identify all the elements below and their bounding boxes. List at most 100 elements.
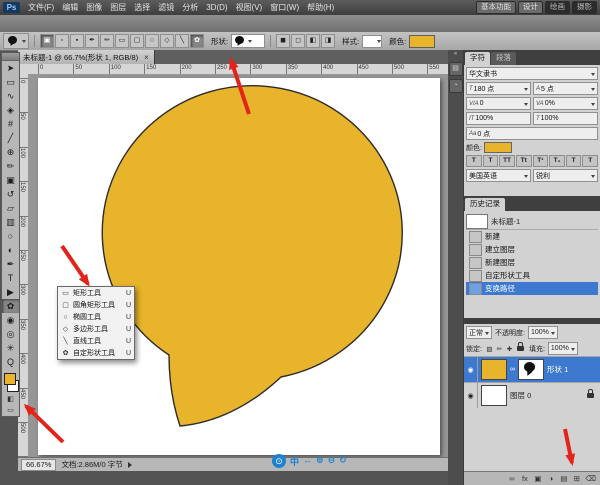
ellipse-icon[interactable]: ○: [145, 34, 159, 48]
dock-panel-button-1[interactable]: ▤: [449, 62, 463, 76]
font-size-field[interactable]: T 180 点: [466, 82, 531, 95]
tab-history[interactable]: 历史记录: [465, 198, 505, 211]
rectangle-icon[interactable]: ▭: [115, 34, 129, 48]
intersect-shape-icon[interactable]: ◧: [306, 34, 320, 48]
document-tab[interactable]: 未标题-1 @ 66.7%(形状 1, RGB/8) ×: [18, 50, 155, 64]
eye-visibility-icon[interactable]: ◉: [464, 357, 478, 382]
dock-panel-button-2[interactable]: ◔: [449, 79, 463, 93]
menu-help[interactable]: 帮助(H): [303, 0, 338, 15]
history-item[interactable]: 变换路径: [466, 282, 598, 295]
pan-icon[interactable]: ↔: [303, 455, 312, 468]
menu-layer[interactable]: 图层: [106, 0, 130, 15]
new-layer-icon[interactable]: ⊞: [572, 474, 581, 483]
gradient-tool[interactable]: ▥: [2, 215, 19, 229]
3d-rotate-tool[interactable]: ◉: [2, 313, 19, 327]
eyedropper-tool[interactable]: ╱: [2, 131, 19, 145]
tracking-field[interactable]: VA 0%: [533, 97, 598, 110]
layer-effects-icon[interactable]: fx: [520, 474, 529, 483]
history-item[interactable]: 建立图层: [466, 243, 598, 256]
pen-tool[interactable]: ✒: [2, 257, 19, 271]
vertical-scale-field[interactable]: IT 100%: [466, 112, 531, 125]
history-item[interactable]: 新建: [466, 230, 598, 243]
menu-analysis[interactable]: 分析: [178, 0, 202, 15]
fill-pixels-mode-icon[interactable]: ▪: [70, 34, 84, 48]
vector-mask-thumbnail[interactable]: [518, 359, 544, 380]
type-style-button[interactable]: T¹: [533, 155, 549, 167]
polygon-icon[interactable]: ◇: [160, 34, 174, 48]
fill-field[interactable]: 100%: [548, 342, 578, 355]
flyout-polygon-tool[interactable]: ◇ 多边形工具 U: [58, 323, 134, 335]
menu-edit[interactable]: 编辑: [58, 0, 82, 15]
type-tool[interactable]: T: [2, 271, 19, 285]
screen-mode-icon[interactable]: ▭: [2, 405, 19, 416]
clone-stamp-tool[interactable]: ▣: [2, 173, 19, 187]
canvas[interactable]: [38, 78, 440, 455]
rotate-view-icon[interactable]: ↻: [339, 455, 347, 468]
type-style-button[interactable]: Tt: [516, 155, 532, 167]
rectangular-marquee-tool[interactable]: ▭: [2, 75, 19, 89]
shape-layers-mode-icon[interactable]: ▣: [40, 34, 54, 48]
kerning-field[interactable]: V/A 0: [466, 97, 531, 110]
layer-name[interactable]: 图层 0: [510, 390, 584, 401]
viewer-main-button[interactable]: ⊙: [272, 454, 286, 468]
history-item[interactable]: 新建图层: [466, 256, 598, 269]
quick-selection-tool[interactable]: ◈: [2, 103, 19, 117]
rounded-rectangle-icon[interactable]: ▢: [130, 34, 144, 48]
zoom-in-icon[interactable]: ⊕: [316, 455, 324, 468]
zoom-level-field[interactable]: 66.67%: [21, 459, 56, 471]
brush-tool[interactable]: ✏: [2, 159, 19, 173]
healing-brush-tool[interactable]: ⊕: [2, 145, 19, 159]
workspace-photography[interactable]: 摄影: [572, 1, 597, 14]
layer-name[interactable]: 形状 1: [547, 364, 600, 375]
lock-pixels-icon[interactable]: ✏: [495, 345, 504, 353]
paths-mode-icon[interactable]: ▫: [55, 34, 69, 48]
menu-view[interactable]: 视图(V): [232, 0, 267, 15]
style-picker[interactable]: [362, 35, 382, 48]
menu-select[interactable]: 选择: [130, 0, 154, 15]
flyout-custom-shape-tool[interactable]: ✿ 自定形状工具 U: [58, 347, 134, 359]
crop-tool[interactable]: #: [2, 117, 19, 131]
font-family-select[interactable]: 华文隶书: [466, 67, 598, 80]
flyout-ellipse-tool[interactable]: ○ 椭圆工具 U: [58, 311, 134, 323]
history-brush-tool[interactable]: ↺: [2, 187, 19, 201]
path-selection-tool[interactable]: ▶: [2, 285, 19, 299]
eraser-tool[interactable]: ▱: [2, 201, 19, 215]
menu-3d[interactable]: 3D(D): [202, 0, 231, 15]
adjustment-layer-icon[interactable]: ◑: [546, 474, 555, 483]
menu-file[interactable]: 文件(F): [24, 0, 58, 15]
layer-row-background[interactable]: ◉ 图层 0: [464, 382, 600, 408]
antialias-select[interactable]: 锐利: [533, 169, 598, 182]
lock-position-icon[interactable]: ✚: [505, 345, 514, 353]
shape-color-swatch[interactable]: [409, 35, 435, 48]
exclude-shape-icon[interactable]: ◨: [321, 34, 335, 48]
tools-panel-header[interactable]: [2, 53, 19, 61]
layer-color-thumbnail[interactable]: [481, 359, 507, 380]
collapse-dock-icon[interactable]: «: [448, 50, 463, 59]
custom-shape-icon[interactable]: ✿: [190, 34, 204, 48]
blur-tool[interactable]: ○: [2, 229, 19, 243]
zoom-out-icon[interactable]: ⊖: [328, 455, 336, 468]
close-tab-icon[interactable]: ×: [144, 53, 149, 62]
lock-all-icon[interactable]: [517, 346, 524, 351]
3d-orbit-tool[interactable]: ◎: [2, 327, 19, 341]
type-style-button[interactable]: T: [582, 155, 598, 167]
add-shape-icon[interactable]: ◼: [276, 34, 290, 48]
new-group-icon[interactable]: ▤: [559, 474, 568, 483]
type-style-button[interactable]: T: [466, 155, 482, 167]
layer-thumbnail[interactable]: [481, 385, 507, 406]
type-style-button[interactable]: T: [483, 155, 499, 167]
baseline-shift-field[interactable]: Aa 0 点: [466, 127, 598, 140]
menu-image[interactable]: 图像: [82, 0, 106, 15]
subtract-shape-icon[interactable]: ◻: [291, 34, 305, 48]
lasso-tool[interactable]: ∿: [2, 89, 19, 103]
workspace-essentials[interactable]: 基本功能: [476, 1, 516, 14]
fit-center-icon[interactable]: 中: [290, 455, 299, 468]
tool-preset-button[interactable]: [3, 33, 29, 49]
zoom-tool[interactable]: Q: [2, 355, 19, 369]
eye-visibility-icon[interactable]: ◉: [464, 383, 478, 408]
shape-tool[interactable]: ✿: [2, 299, 19, 313]
type-style-button[interactable]: T: [566, 155, 582, 167]
delete-layer-icon[interactable]: ⌫: [585, 474, 596, 483]
tab-character[interactable]: 字符: [465, 52, 490, 65]
flyout-rectangle-tool[interactable]: ▭ 矩形工具 U: [58, 287, 134, 299]
